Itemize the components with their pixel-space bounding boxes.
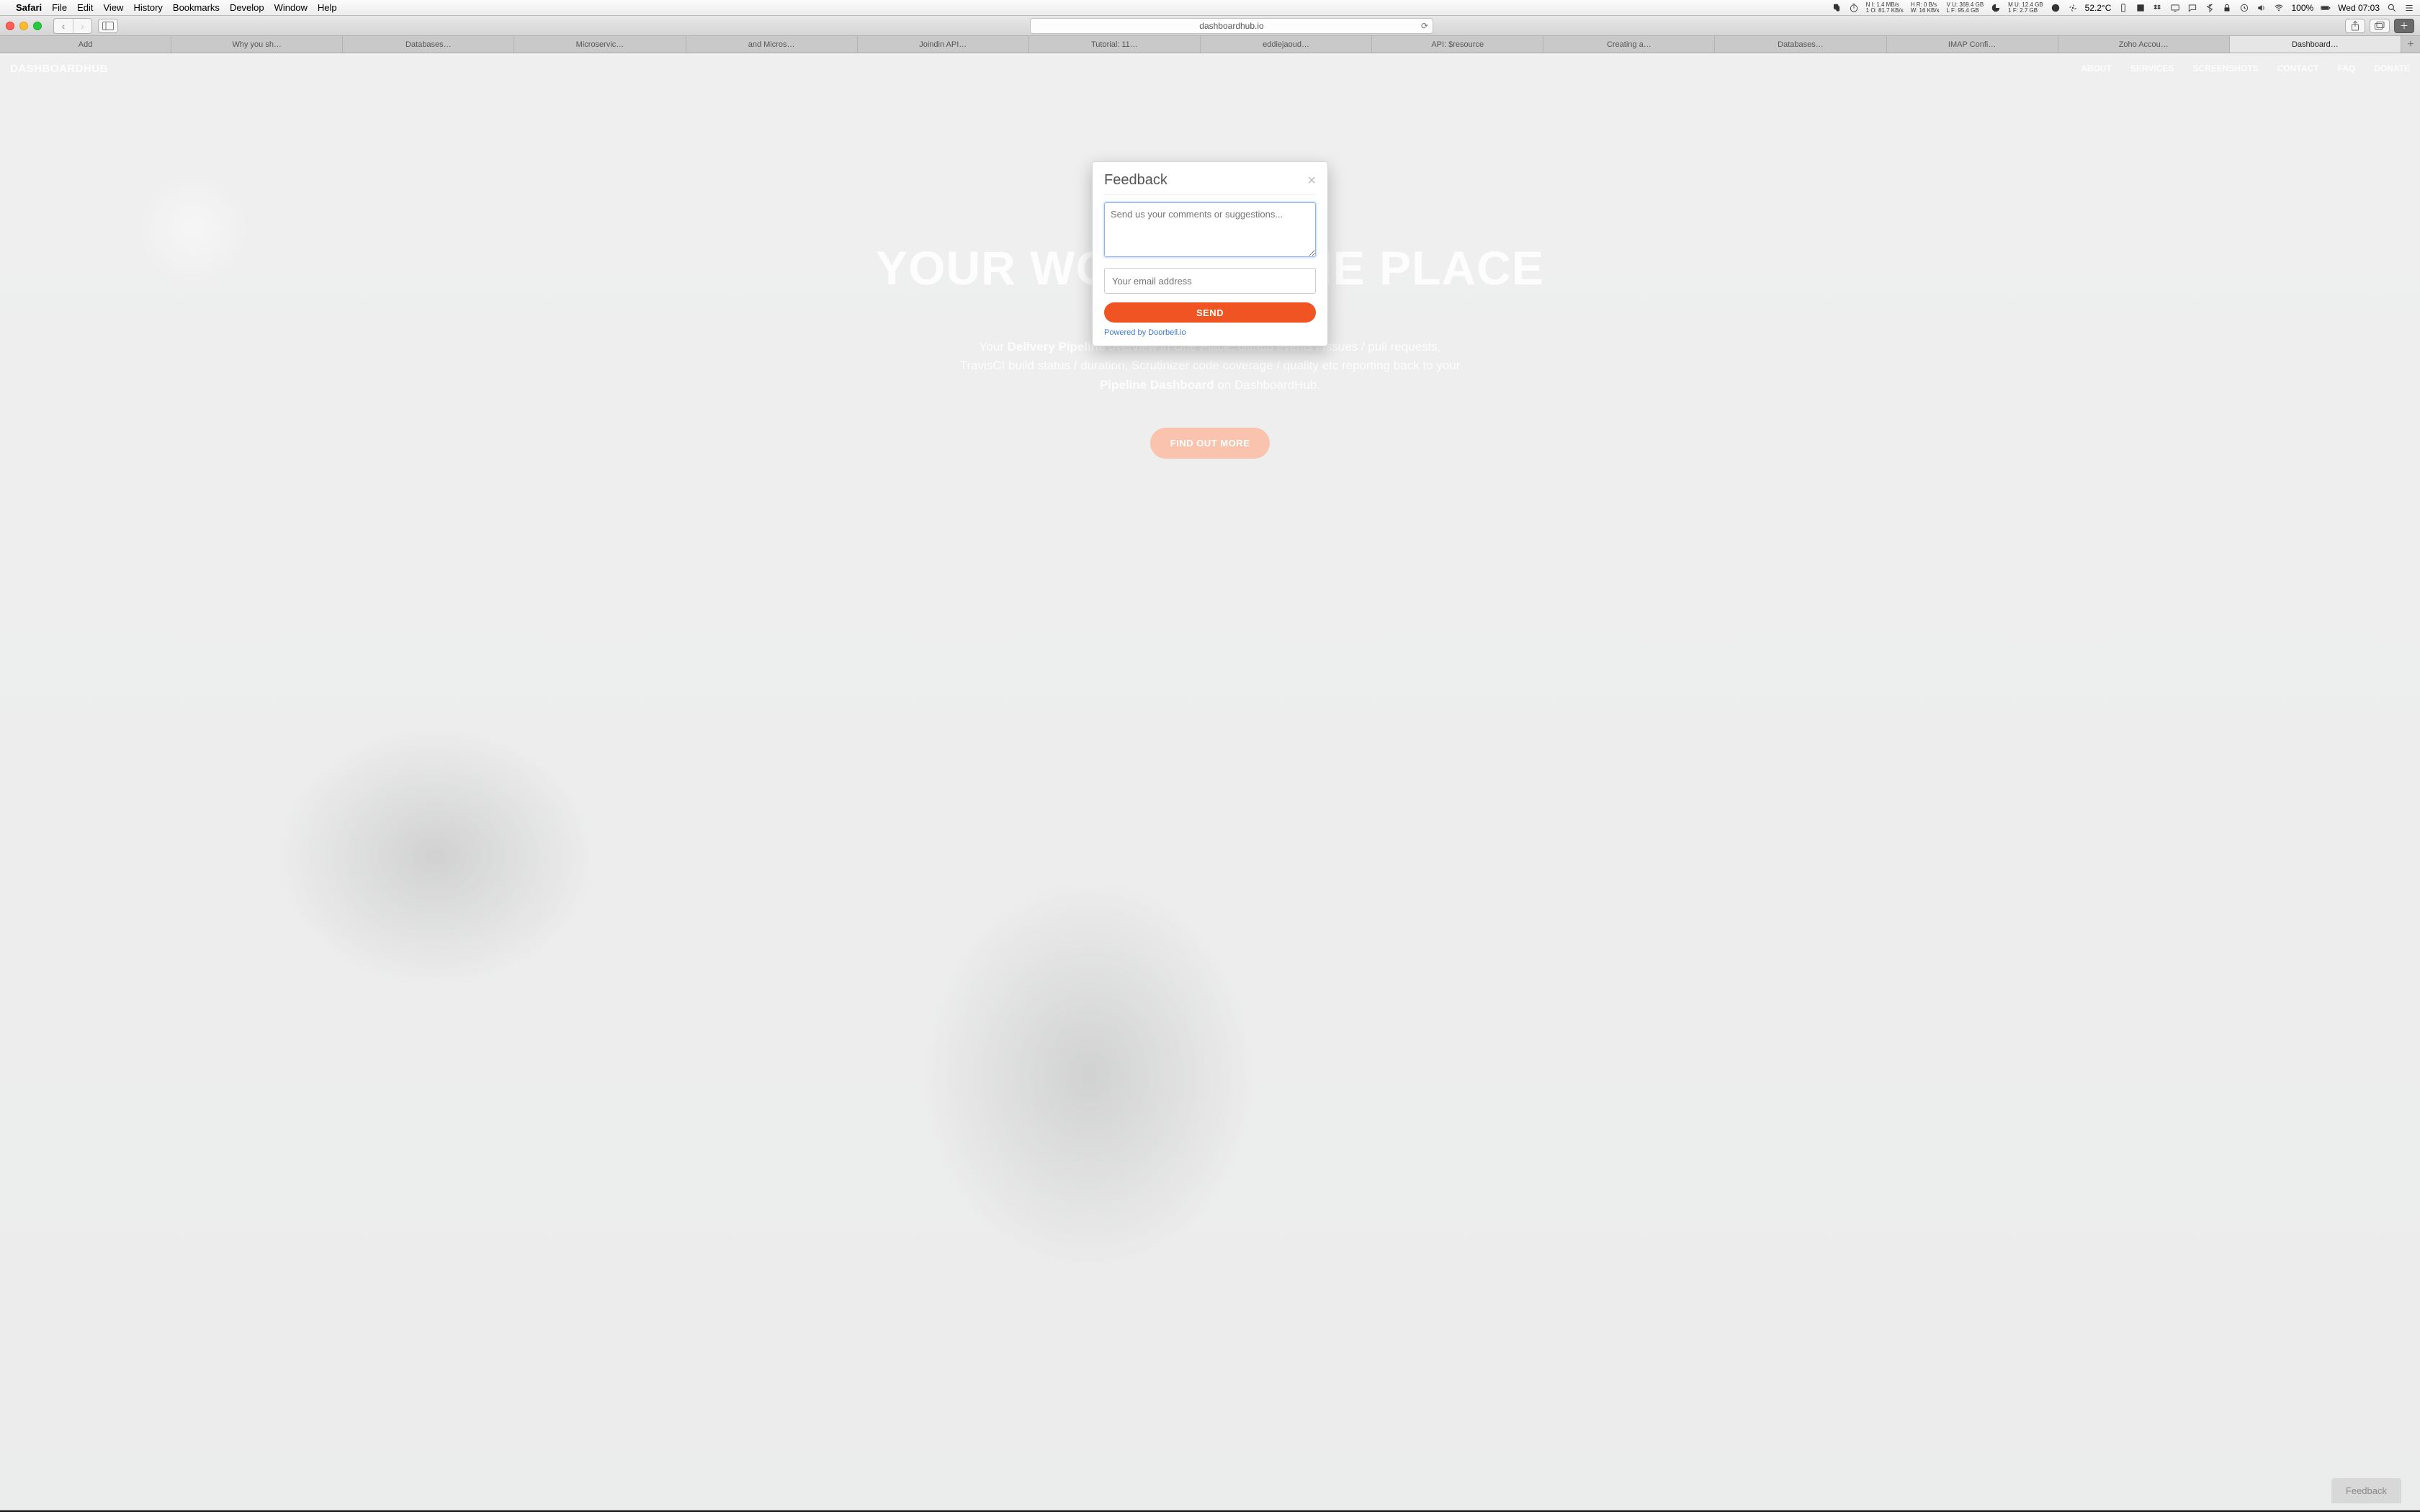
network-stats-1[interactable]: N I: 1.4 MB/s1 O: 81.7 KB/s xyxy=(1866,2,1904,14)
window-close-button[interactable] xyxy=(6,22,14,30)
disk-stats[interactable]: V U: 369.4 GBL F: 95.4 GB xyxy=(1947,2,1984,14)
cpu-gauge-icon[interactable] xyxy=(2051,3,2061,13)
browser-tab[interactable]: Zoho Accou… xyxy=(2058,36,2230,53)
feedback-modal: Feedback × SEND Powered by Doorbell.io xyxy=(1092,161,1328,346)
browser-tab[interactable]: API: $resource xyxy=(1372,36,1543,53)
memory-stats[interactable]: M U: 12.4 GB1 F: 2.7 GB xyxy=(2008,2,2043,14)
window-minimize-button[interactable] xyxy=(19,22,28,30)
nav-back-button[interactable]: ‹ xyxy=(54,19,73,33)
menu-help[interactable]: Help xyxy=(318,2,337,13)
volume-icon[interactable] xyxy=(2257,3,2267,13)
nav-donate[interactable]: DONATE xyxy=(2374,63,2410,73)
nav-faq[interactable]: FAQ xyxy=(2338,63,2356,73)
nav-services[interactable]: SERVICES xyxy=(2130,63,2174,73)
nav-about[interactable]: ABOUT xyxy=(2081,63,2112,73)
new-tab-button[interactable]: ＋ xyxy=(2394,19,2414,33)
window-controls xyxy=(6,22,42,30)
menubar-clock[interactable]: Wed 07:03 xyxy=(2338,3,2380,13)
browser-tab[interactable]: Joindin API… xyxy=(858,36,1029,53)
browser-tab[interactable]: and Micros… xyxy=(686,36,858,53)
feedback-email-input[interactable] xyxy=(1104,268,1316,294)
feedback-modal-close-button[interactable]: × xyxy=(1307,174,1316,188)
network-stats-2[interactable]: H R: 0 B/sW: 16 KB/s xyxy=(1911,2,1940,14)
menu-develop[interactable]: Develop xyxy=(230,2,264,13)
safari-toolbar: ‹ › dashboardhub.io ⟳ ＋ xyxy=(0,16,2420,36)
menu-bookmarks[interactable]: Bookmarks xyxy=(173,2,220,13)
battery-icon[interactable] xyxy=(2321,3,2331,13)
feedback-modal-title: Feedback xyxy=(1104,172,1168,189)
menu-view[interactable]: View xyxy=(104,2,124,13)
site-nav-links: ABOUT SERVICES SCREENSHOTS CONTACT FAQ D… xyxy=(2081,63,2410,73)
feedback-comments-input[interactable] xyxy=(1104,202,1316,257)
find-out-more-button[interactable]: FIND OUT MORE xyxy=(1150,428,1270,459)
notification-center-icon[interactable] xyxy=(2404,3,2414,13)
nav-forward-button[interactable]: › xyxy=(73,19,91,33)
browser-tab[interactable]: Creating a… xyxy=(1543,36,1715,53)
browser-tab[interactable]: Add xyxy=(0,36,171,53)
device-phone-icon[interactable] xyxy=(2118,3,2128,13)
show-tabs-button[interactable] xyxy=(2370,19,2390,33)
browser-tab[interactable]: IMAP Confi… xyxy=(1887,36,2058,53)
display-icon[interactable] xyxy=(2170,3,2180,13)
feedback-tab-button[interactable]: Feedback xyxy=(2331,1478,2401,1503)
nav-screenshots[interactable]: SCREENSHOTS xyxy=(2192,63,2258,73)
cpu-temp[interactable]: 52.2°C xyxy=(2085,3,2112,13)
menubar-app-icon[interactable] xyxy=(2136,3,2146,13)
tab-add-button[interactable]: + xyxy=(2401,36,2420,53)
window-zoom-button[interactable] xyxy=(33,22,42,30)
address-bar[interactable]: dashboardhub.io ⟳ xyxy=(1030,18,1433,34)
page-viewport: DASHBOARDHUB ABOUT SERVICES SCREENSHOTS … xyxy=(0,53,2420,1512)
nav-back-forward: ‹ › xyxy=(53,18,92,34)
site-nav: DASHBOARDHUB ABOUT SERVICES SCREENSHOTS … xyxy=(0,53,2420,84)
feedback-powered-by-link[interactable]: Powered by Doorbell.io xyxy=(1104,328,1316,337)
menu-history[interactable]: History xyxy=(133,2,162,13)
spotlight-icon[interactable] xyxy=(2387,3,2397,13)
timer-icon[interactable] xyxy=(1849,3,1859,13)
tab-bar: AddWhy you sh…Databases…Microservic…and … xyxy=(0,36,2420,53)
browser-tab[interactable]: Databases… xyxy=(1715,36,1886,53)
menu-window[interactable]: Window xyxy=(274,2,308,13)
macos-menubar: Safari File Edit View History Bookmarks … xyxy=(0,0,2420,16)
browser-tab[interactable]: Dashboard… xyxy=(2230,36,2401,53)
feedback-send-button[interactable]: SEND xyxy=(1104,302,1316,323)
app-name[interactable]: Safari xyxy=(16,2,42,13)
browser-tab[interactable]: Tutorial: 11… xyxy=(1029,36,1201,53)
share-button[interactable] xyxy=(2345,19,2365,33)
evernote-icon[interactable] xyxy=(1832,3,1842,13)
battery-percent[interactable]: 100% xyxy=(2291,3,2313,13)
chat-icon[interactable] xyxy=(2187,3,2197,13)
browser-tab[interactable]: eddiejaoud… xyxy=(1201,36,1372,53)
lock-icon[interactable] xyxy=(2222,3,2232,13)
menu-file[interactable]: File xyxy=(52,2,67,13)
browser-tab[interactable]: Databases… xyxy=(343,36,514,53)
dropbox-icon[interactable] xyxy=(2153,3,2163,13)
menu-edit[interactable]: Edit xyxy=(77,2,93,13)
fan-icon[interactable] xyxy=(2068,3,2078,13)
bluetooth-icon[interactable] xyxy=(2205,3,2215,13)
wifi-icon[interactable] xyxy=(2274,3,2284,13)
sidebar-toggle-button[interactable] xyxy=(98,19,118,33)
pie-chart-icon[interactable] xyxy=(1991,3,2001,13)
address-bar-url: dashboardhub.io xyxy=(1199,21,1263,31)
reload-icon[interactable]: ⟳ xyxy=(1421,21,1428,31)
site-brand[interactable]: DASHBOARDHUB xyxy=(10,63,108,75)
time-machine-icon[interactable] xyxy=(2239,3,2249,13)
browser-tab[interactable]: Microservic… xyxy=(514,36,686,53)
browser-tab[interactable]: Why you sh… xyxy=(171,36,343,53)
nav-contact[interactable]: CONTACT xyxy=(2277,63,2319,73)
